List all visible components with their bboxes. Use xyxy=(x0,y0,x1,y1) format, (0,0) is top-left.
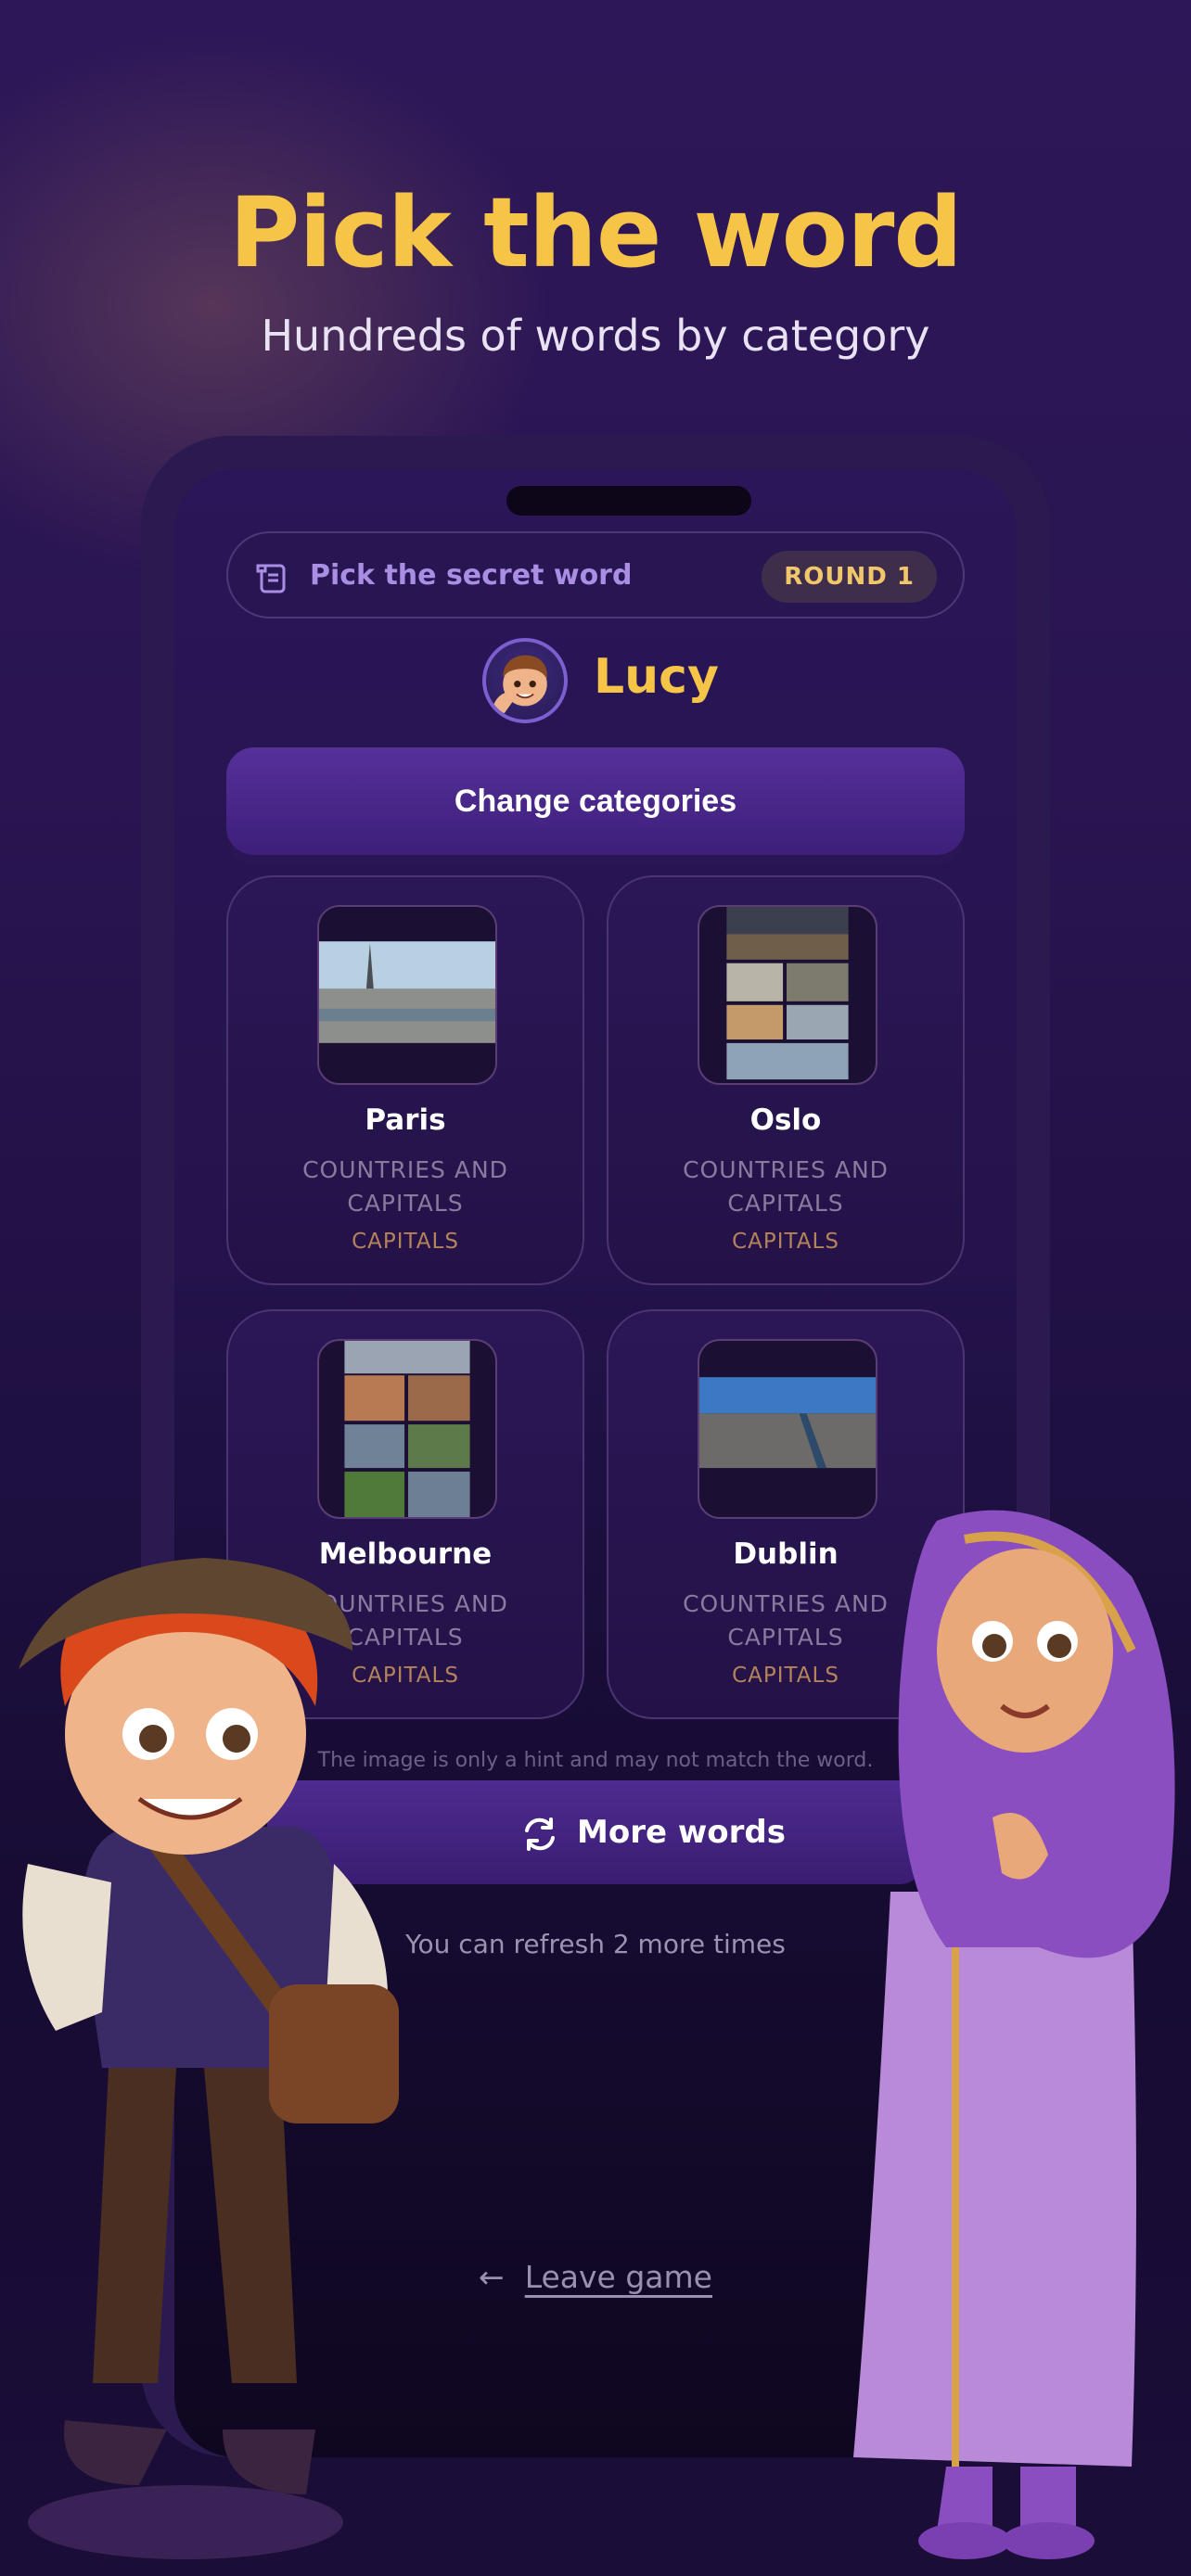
card-word: Paris xyxy=(365,1103,446,1137)
girl-character-illustration xyxy=(853,1510,1175,2559)
card-word: Oslo xyxy=(749,1103,822,1137)
change-categories-button[interactable]: Change categories xyxy=(226,747,965,855)
current-player: Lucy xyxy=(174,638,1017,731)
word-card-paris[interactable]: Paris COUNTRIES AND CAPITALS CAPITALS xyxy=(226,875,584,1285)
dublin-image xyxy=(698,1339,877,1519)
oslo-image xyxy=(698,905,877,1085)
more-words-label: More words xyxy=(577,1814,786,1851)
scroll-icon xyxy=(256,564,286,593)
leave-game-label: Leave game xyxy=(524,2259,712,2295)
topbar-title: Pick the secret word xyxy=(310,559,633,592)
card-category: COUNTRIES AND CAPITALS xyxy=(683,1156,889,1217)
player-name: Lucy xyxy=(594,649,719,705)
melbourne-image xyxy=(317,1339,497,1519)
game-topbar: Pick the secret word ROUND 1 xyxy=(226,531,965,618)
paris-image xyxy=(317,905,497,1085)
subheadline: Hundreds of words by category xyxy=(261,311,930,361)
arrow-left-icon: ← xyxy=(479,2259,505,2295)
card-category: COUNTRIES AND CAPITALS xyxy=(302,1156,508,1217)
card-subcategory: CAPITALS xyxy=(732,1230,839,1254)
word-card-oslo[interactable]: Oslo COUNTRIES AND CAPITALS CAPITALS xyxy=(607,875,965,1285)
phone-notch xyxy=(506,486,751,516)
player-avatar xyxy=(482,638,568,723)
refresh-icon xyxy=(525,1817,555,1851)
headline: Pick the word xyxy=(229,176,963,289)
round-badge: ROUND 1 xyxy=(762,551,937,603)
boy-character-illustration xyxy=(19,1558,399,2559)
card-subcategory: CAPITALS xyxy=(352,1230,459,1254)
